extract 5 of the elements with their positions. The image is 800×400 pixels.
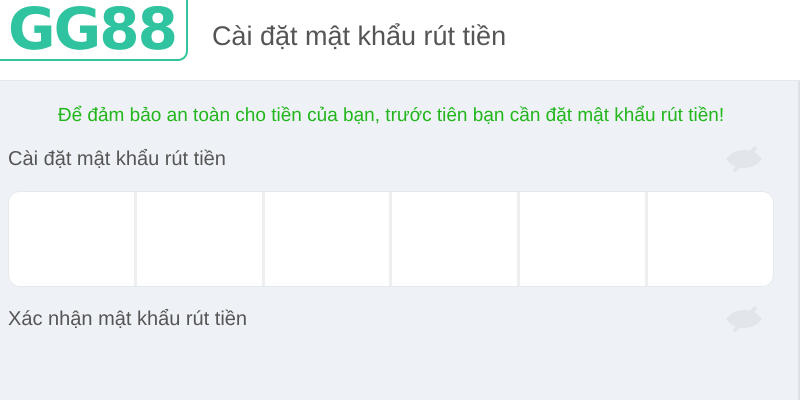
- notice-text: Để đảm bảo an toàn cho tiền của bạn, trước tiên bạn cần đặt mật khẩu rút tiền!: [56, 104, 726, 128]
- field-label: Cài đặt mật khẩu rút tiền: [8, 148, 226, 170]
- page-title: Cài đặt mật khẩu rút tiền: [212, 20, 506, 52]
- logo: GG88: [0, 0, 188, 61]
- field-label: Xác nhận mật khẩu rút tiền: [8, 308, 248, 330]
